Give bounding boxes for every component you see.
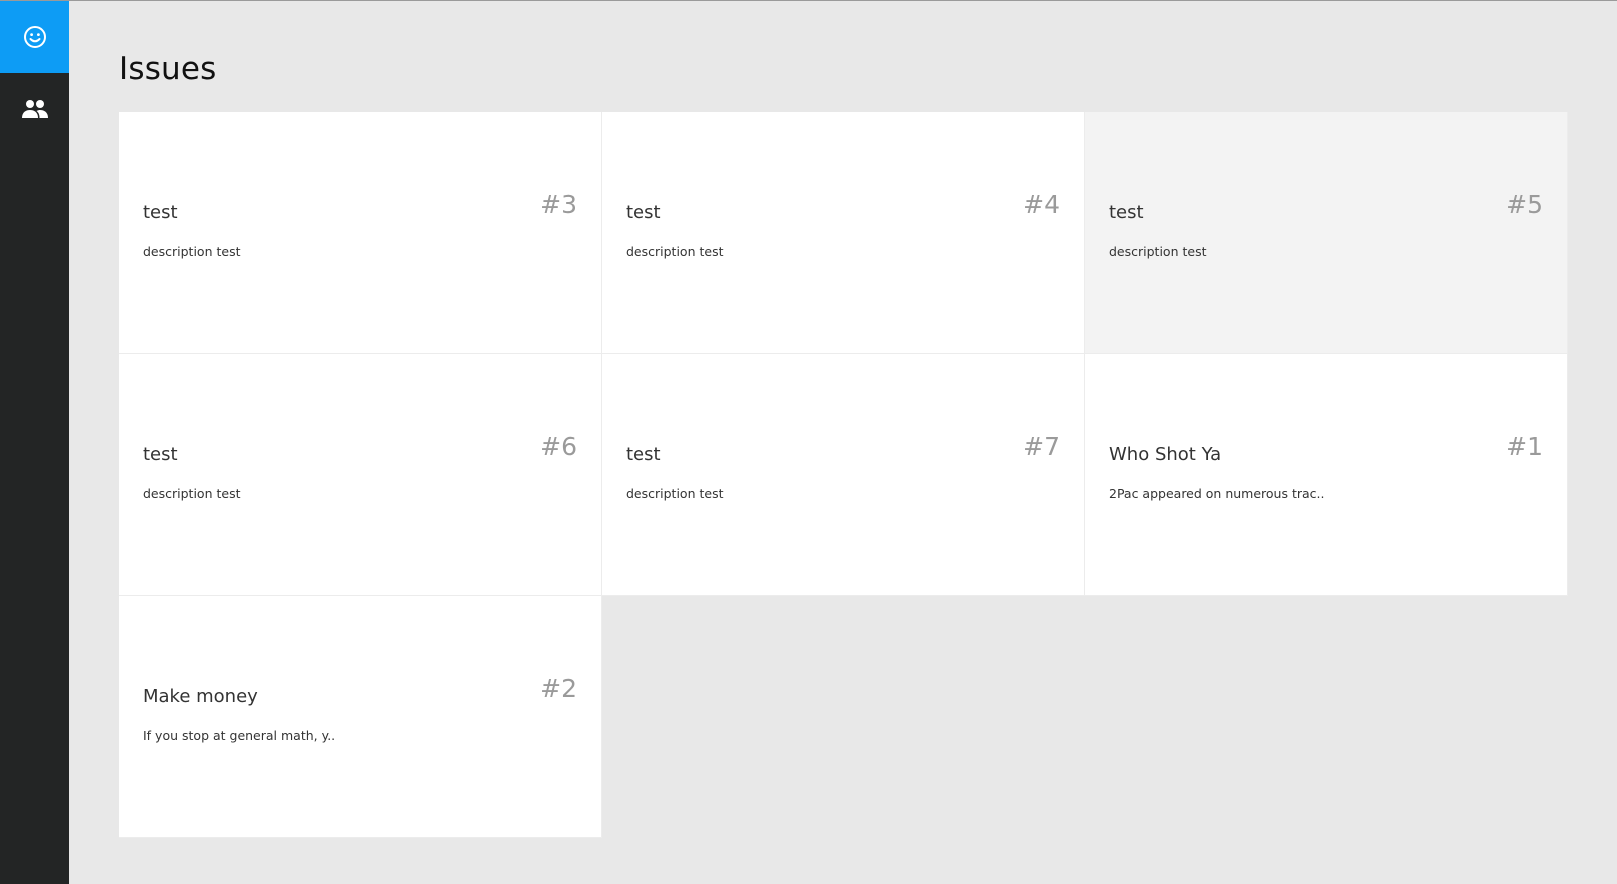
issue-title: test [626,444,661,465]
issue-card[interactable]: test #6 description test [119,354,602,596]
people-icon [21,99,49,119]
issue-title: Make money [143,686,258,707]
issue-card[interactable]: test #3 description test [119,112,602,354]
issue-number: #6 [540,432,577,461]
issue-description: If you stop at general math, y.. [143,728,336,743]
sidebar-item-issues[interactable] [0,1,69,73]
app-window: Issues test #3 description test test #4 … [0,0,1617,884]
issue-number: #3 [540,190,577,219]
main-content: Issues test #3 description test test #4 … [69,1,1617,884]
issue-title: test [143,444,178,465]
issue-description: description test [1109,244,1207,259]
issue-description: description test [143,244,241,259]
issue-card[interactable]: Make money #2 If you stop at general mat… [119,596,602,838]
issue-title: test [1109,202,1144,223]
smiley-icon [23,25,47,49]
issue-number: #2 [540,674,577,703]
issues-grid: test #3 description test test #4 descrip… [119,112,1568,838]
issue-card[interactable]: test #7 description test [602,354,1085,596]
issue-title: test [626,202,661,223]
issue-description: 2Pac appeared on numerous trac.. [1109,486,1325,501]
issue-title: test [143,202,178,223]
issue-number: #7 [1023,432,1060,461]
issue-description: description test [626,486,724,501]
sidebar [0,1,69,884]
issue-number: #5 [1506,190,1543,219]
issue-number: #4 [1023,190,1060,219]
issue-card[interactable]: test #5 description test [1085,112,1568,354]
issue-card[interactable]: Who Shot Ya #1 2Pac appeared on numerous… [1085,354,1568,596]
page-title: Issues [119,51,217,87]
sidebar-item-users[interactable] [0,73,69,145]
issue-card[interactable]: test #4 description test [602,112,1085,354]
issue-description: description test [143,486,241,501]
issue-description: description test [626,244,724,259]
issue-number: #1 [1506,432,1543,461]
issue-title: Who Shot Ya [1109,444,1222,465]
